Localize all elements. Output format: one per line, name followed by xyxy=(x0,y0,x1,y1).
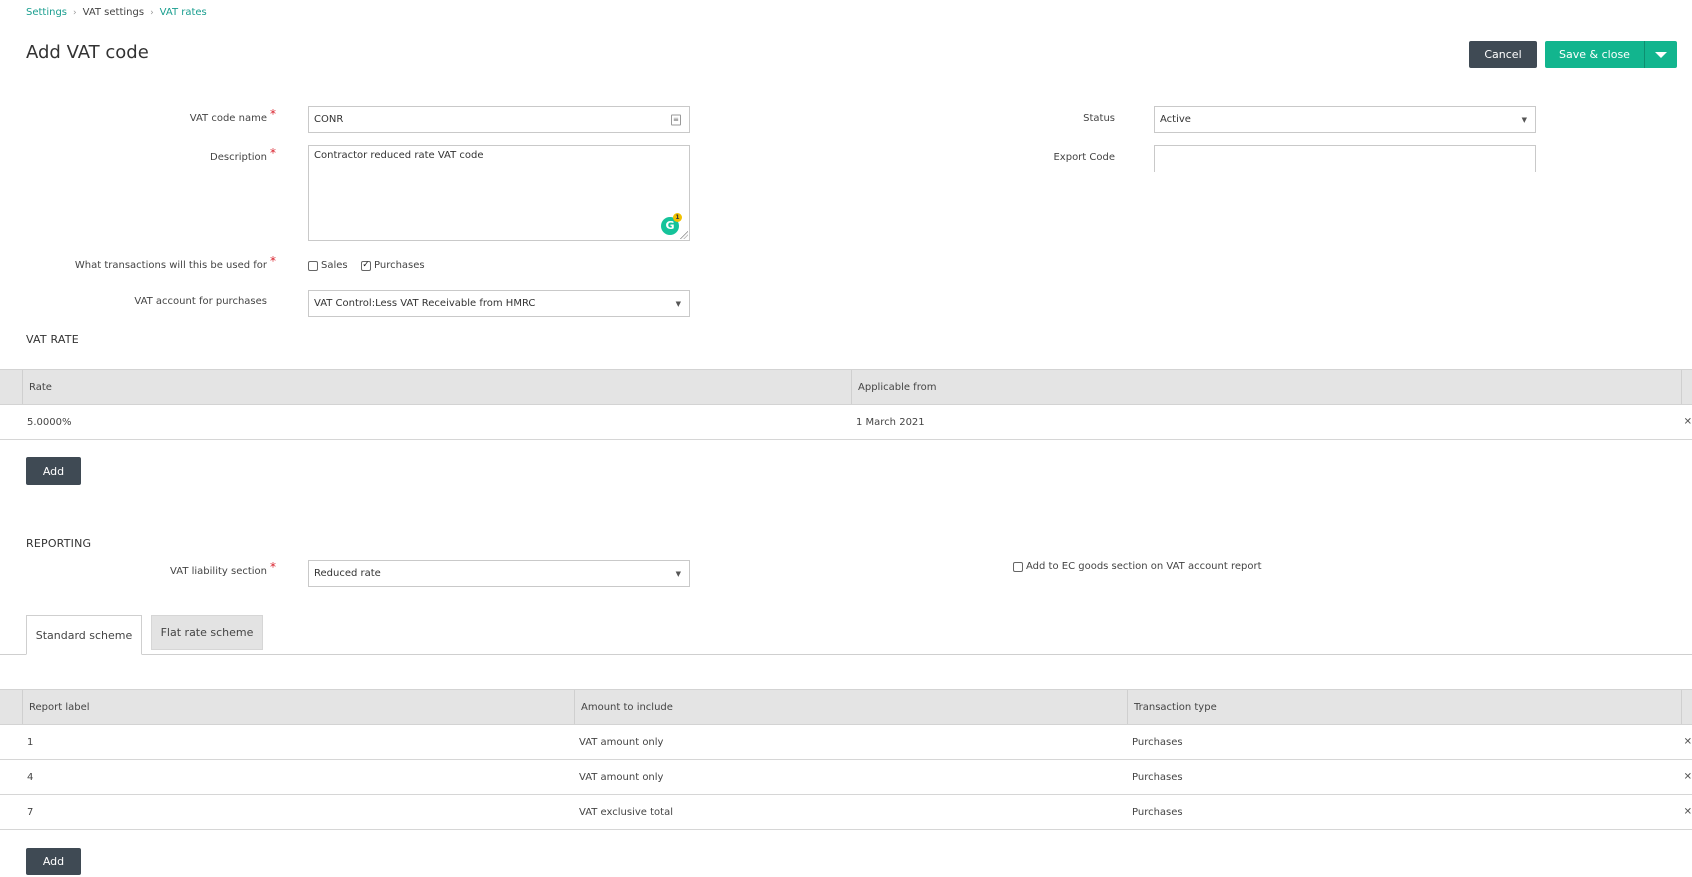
tab-flat-rate-scheme[interactable]: Flat rate scheme xyxy=(151,615,263,650)
export-code-label: Export Code xyxy=(1053,152,1115,163)
breadcrumb-vat-rates[interactable]: VAT rates xyxy=(160,7,207,18)
transaction-type-cell: Purchases xyxy=(1132,736,1183,748)
table-row[interactable]: 7 VAT exclusive total Purchases ✕ xyxy=(0,795,1692,830)
transaction-type-cell: Purchases xyxy=(1132,771,1183,783)
delete-row-icon[interactable]: ✕ xyxy=(1684,807,1692,818)
delete-row-icon[interactable]: ✕ xyxy=(1684,772,1692,783)
required-marker: * xyxy=(270,107,276,121)
column-header-rate[interactable]: Rate xyxy=(22,370,852,404)
vat-liability-label: VAT liability section xyxy=(170,566,267,577)
add-report-row-button[interactable]: Add xyxy=(26,848,81,875)
sales-option[interactable]: Sales xyxy=(308,260,348,271)
save-options-dropdown-button[interactable] xyxy=(1645,41,1677,68)
breadcrumb: Settings › VAT settings › VAT rates xyxy=(26,7,207,18)
vat-account-label: VAT account for purchases xyxy=(134,296,267,307)
tab-standard-scheme[interactable]: Standard scheme xyxy=(26,615,142,655)
tabs-divider xyxy=(0,654,1692,655)
vat-code-name-value: CONR xyxy=(314,114,344,125)
column-header-spacer xyxy=(1681,690,1692,724)
chevron-down-icon: ▼ xyxy=(1521,115,1527,124)
chevron-down-icon: ▼ xyxy=(675,299,681,308)
sales-label: Sales xyxy=(321,260,348,271)
vat-account-value: VAT Control:Less VAT Receivable from HMR… xyxy=(314,298,536,309)
table-row[interactable]: 5.0000% 1 March 2021 ✕ xyxy=(0,405,1692,440)
table-row[interactable]: 1 VAT amount only Purchases ✕ xyxy=(0,725,1692,760)
vat-code-name-input[interactable]: CONR ≡ xyxy=(308,106,690,133)
required-marker: * xyxy=(270,560,276,574)
column-header-spacer xyxy=(1681,370,1692,404)
lookup-icon[interactable]: ≡ xyxy=(671,114,681,125)
report-label-cell: 7 xyxy=(27,806,34,818)
save-close-button[interactable]: Save & close xyxy=(1545,41,1644,68)
amount-cell: VAT exclusive total xyxy=(579,806,673,818)
reporting-table-header: Report label Amount to include Transacti… xyxy=(0,689,1692,725)
chevron-right-icon: › xyxy=(150,7,154,18)
column-header-amount-to-include[interactable]: Amount to include xyxy=(574,690,1127,724)
purchases-option[interactable]: ✓ Purchases xyxy=(361,260,425,271)
page-title: Add VAT code xyxy=(26,42,149,63)
purchases-checkbox[interactable]: ✓ xyxy=(361,260,371,271)
breadcrumb-vat-settings[interactable]: VAT settings xyxy=(83,7,144,18)
amount-cell: VAT amount only xyxy=(579,736,664,748)
add-vat-rate-button[interactable]: Add xyxy=(26,457,81,485)
description-value: Contractor reduced rate VAT code xyxy=(314,150,484,161)
sales-checkbox[interactable] xyxy=(308,260,318,271)
amount-cell: VAT amount only xyxy=(579,771,664,783)
report-label-cell: 4 xyxy=(27,771,34,783)
required-marker: * xyxy=(270,254,276,268)
caret-down-icon xyxy=(1655,51,1667,58)
export-code-input[interactable] xyxy=(1154,145,1536,172)
purchases-label: Purchases xyxy=(374,260,425,271)
transaction-type-cell: Purchases xyxy=(1132,806,1183,818)
status-select[interactable]: Active ▼ xyxy=(1154,106,1536,133)
chevron-down-icon: ▼ xyxy=(675,569,681,578)
description-label: Description xyxy=(210,152,267,163)
grammarly-count-badge: 1 xyxy=(673,213,682,222)
cancel-button[interactable]: Cancel xyxy=(1469,41,1537,68)
applicable-from-cell: 1 March 2021 xyxy=(856,416,925,428)
vat-account-select[interactable]: VAT Control:Less VAT Receivable from HMR… xyxy=(308,290,690,317)
column-header-applicable-from[interactable]: Applicable from xyxy=(851,370,1681,404)
status-label: Status xyxy=(1083,113,1115,124)
delete-row-icon[interactable]: ✕ xyxy=(1684,737,1692,748)
vat-rate-heading: VAT RATE xyxy=(26,333,79,346)
grammarly-icon[interactable]: G 1 xyxy=(661,213,682,235)
ec-goods-label: Add to EC goods section on VAT account r… xyxy=(1026,561,1262,572)
status-value: Active xyxy=(1160,114,1191,125)
vat-liability-select[interactable]: Reduced rate ▼ xyxy=(308,560,690,587)
column-header-transaction-type[interactable]: Transaction type xyxy=(1127,690,1681,724)
description-textarea[interactable]: Contractor reduced rate VAT code G 1 xyxy=(308,145,690,241)
resize-handle-icon[interactable] xyxy=(680,231,688,239)
reporting-heading: REPORTING xyxy=(26,537,92,550)
report-label-cell: 1 xyxy=(27,736,34,748)
table-row[interactable]: 4 VAT amount only Purchases ✕ xyxy=(0,760,1692,795)
vat-code-name-label: VAT code name xyxy=(189,113,267,124)
delete-row-icon[interactable]: ✕ xyxy=(1684,417,1692,428)
vat-liability-value: Reduced rate xyxy=(314,568,381,579)
column-header-report-label[interactable]: Report label xyxy=(22,690,575,724)
ec-goods-option[interactable]: Add to EC goods section on VAT account r… xyxy=(1013,561,1262,572)
vat-rate-table-header: Rate Applicable from xyxy=(0,369,1692,405)
required-marker: * xyxy=(270,146,276,160)
breadcrumb-settings[interactable]: Settings xyxy=(26,7,67,18)
ec-goods-checkbox[interactable] xyxy=(1013,561,1023,572)
rate-cell: 5.0000% xyxy=(27,416,72,428)
chevron-right-icon: › xyxy=(73,7,77,18)
transactions-label: What transactions will this be used for xyxy=(74,260,267,271)
